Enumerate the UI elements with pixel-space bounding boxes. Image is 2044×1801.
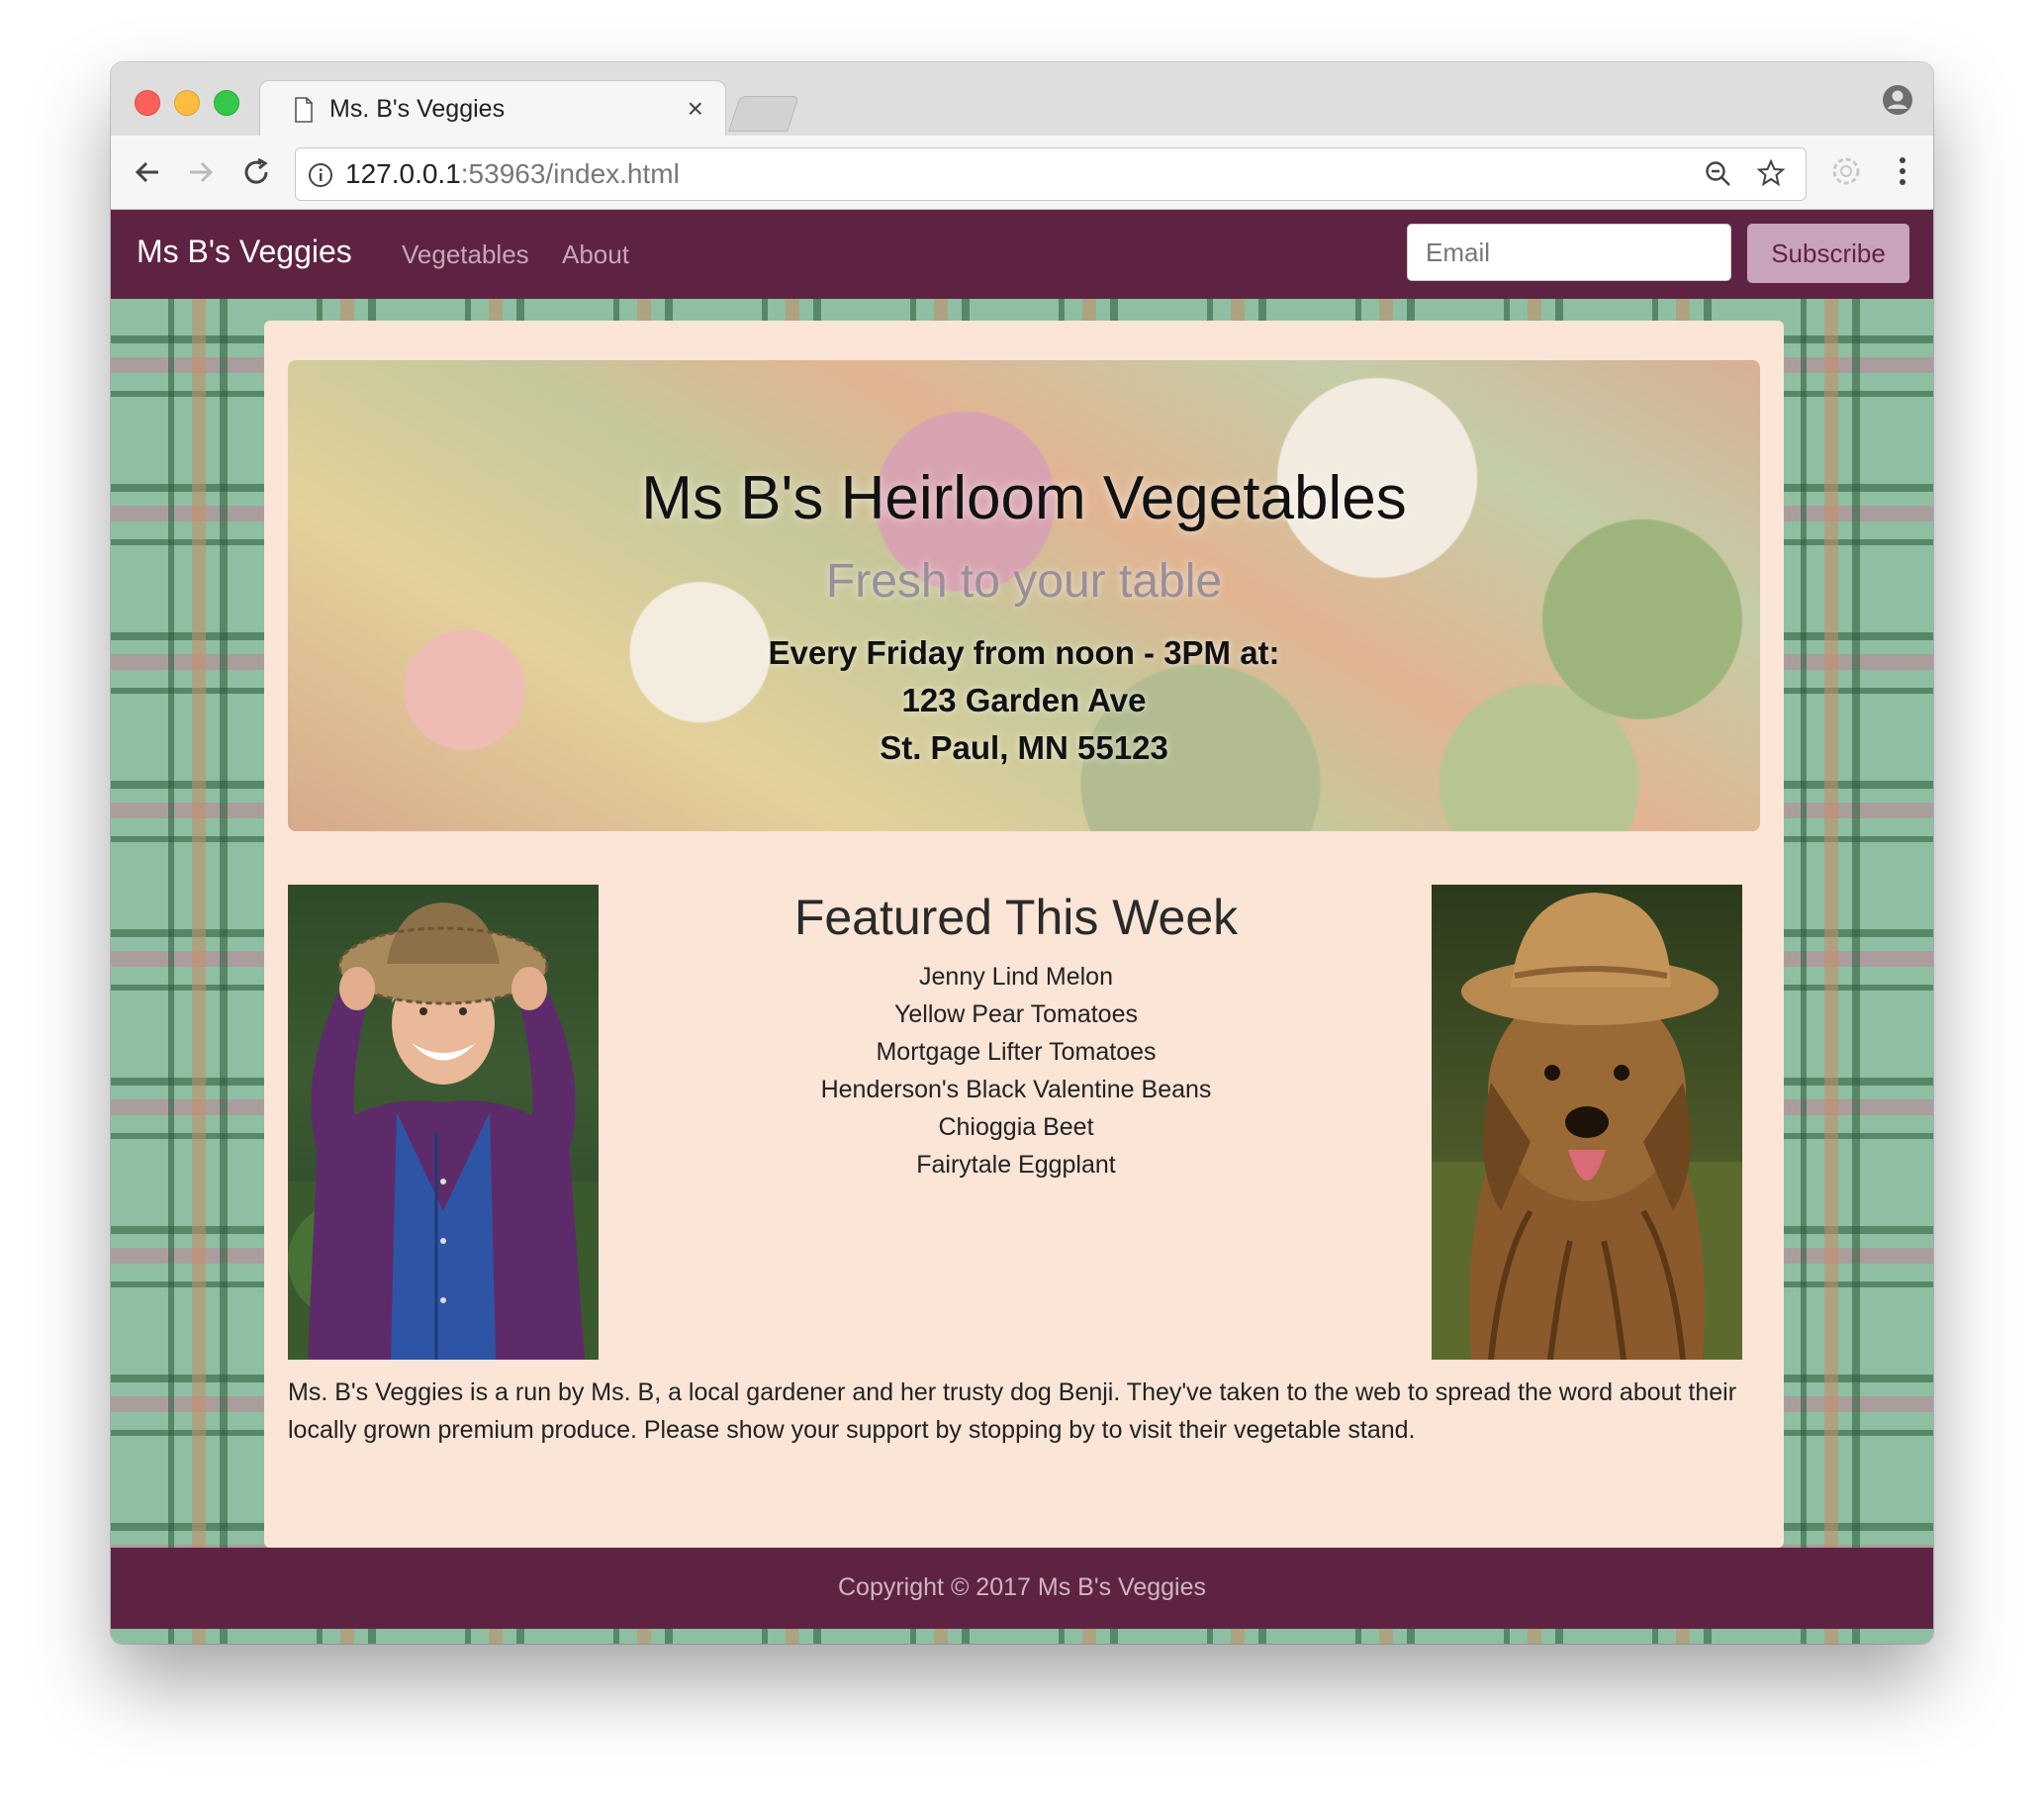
featured-heading: Featured This Week xyxy=(793,890,1239,945)
profile-icon[interactable] xyxy=(1882,84,1913,116)
dog-illustration xyxy=(1432,893,1742,1360)
featured-section: Featured This Week Jenny Lind Melon Yell… xyxy=(601,885,1432,1184)
nav-link-about[interactable]: About xyxy=(562,239,629,270)
featured-item: Fairytale Eggplant xyxy=(916,1151,1116,1179)
gardener-illustration xyxy=(288,902,599,1360)
maximize-window-button[interactable] xyxy=(214,90,239,116)
main-content: Ms B's Heirloom Vegetables Fresh to your… xyxy=(264,321,1784,1548)
url-host: 127.0.0.1 xyxy=(345,158,461,189)
site-navbar: Ms B's Veggies Vegetables About Subscrib… xyxy=(111,210,1933,299)
featured-item: Chioggia Beet xyxy=(938,1113,1094,1141)
featured-list: Jenny Lind Melon Yellow Pear Tomatoes Mo… xyxy=(601,958,1432,1184)
featured-item: Mortgage Lifter Tomatoes xyxy=(876,1038,1157,1066)
email-input[interactable] xyxy=(1407,224,1731,281)
close-window-button[interactable] xyxy=(135,90,160,116)
site-brand[interactable]: Ms B's Veggies xyxy=(137,234,352,270)
hero-title: Ms B's Heirloom Vegetables xyxy=(641,464,1407,532)
address-bar[interactable]: 127.0.0.1:53963/index.html xyxy=(295,147,1807,201)
browser-window: Ms. B's Veggies × 127.0.0.1:53963/index.… xyxy=(111,62,1933,1644)
nav-link-vegetables[interactable]: Vegetables xyxy=(402,239,529,270)
hero-schedule: Every Friday from noon - 3PM at: 123 Gar… xyxy=(288,629,1760,772)
tab-title: Ms. B's Veggies xyxy=(329,95,506,123)
url-path: :53963/index.html xyxy=(460,158,680,189)
hero-banner: Ms B's Heirloom Vegetables Fresh to your… xyxy=(288,360,1760,831)
ms-b-photo xyxy=(288,885,599,1360)
site-footer: Copyright © 2017 Ms B's Veggies xyxy=(111,1548,1933,1629)
browser-tab[interactable]: Ms. B's Veggies × xyxy=(259,80,726,139)
extension-icon[interactable] xyxy=(1830,155,1862,187)
zoom-icon[interactable] xyxy=(1705,160,1732,188)
schedule-text: Every Friday from noon - 3PM at: xyxy=(768,634,1280,671)
address-line-1: 123 Garden Ave xyxy=(901,682,1147,718)
bookmark-star-icon[interactable] xyxy=(1756,158,1786,188)
featured-item: Jenny Lind Melon xyxy=(919,963,1113,991)
hero-subtitle: Fresh to your table xyxy=(825,555,1223,608)
url-text[interactable]: 127.0.0.1:53963/index.html xyxy=(345,158,680,190)
benji-dog-photo xyxy=(1432,885,1742,1360)
page-viewport: Ms B's Veggies Vegetables About Subscrib… xyxy=(111,210,1933,1644)
forward-arrow-icon[interactable] xyxy=(184,155,218,189)
subscribe-button[interactable]: Subscribe xyxy=(1747,224,1909,283)
address-line-2: St. Paul, MN 55123 xyxy=(880,729,1168,766)
title-bar: Ms. B's Veggies × xyxy=(111,62,1933,139)
back-arrow-icon[interactable] xyxy=(131,155,164,189)
about-paragraph: Ms. B's Veggies is a run by Ms. B, a loc… xyxy=(288,1378,1737,1444)
featured-item: Yellow Pear Tomatoes xyxy=(894,1000,1138,1028)
info-icon[interactable] xyxy=(308,162,333,188)
featured-item: Henderson's Black Valentine Beans xyxy=(820,1076,1212,1103)
minimize-window-button[interactable] xyxy=(174,90,200,116)
tab-close-icon[interactable]: × xyxy=(688,93,703,125)
reload-icon[interactable] xyxy=(239,155,273,189)
copyright-text: Copyright © 2017 Ms B's Veggies xyxy=(838,1573,1206,1601)
new-tab-button[interactable] xyxy=(728,96,799,132)
menu-dots-icon[interactable] xyxy=(1898,155,1907,187)
browser-toolbar: 127.0.0.1:53963/index.html xyxy=(111,136,1933,210)
page-icon xyxy=(295,97,313,123)
